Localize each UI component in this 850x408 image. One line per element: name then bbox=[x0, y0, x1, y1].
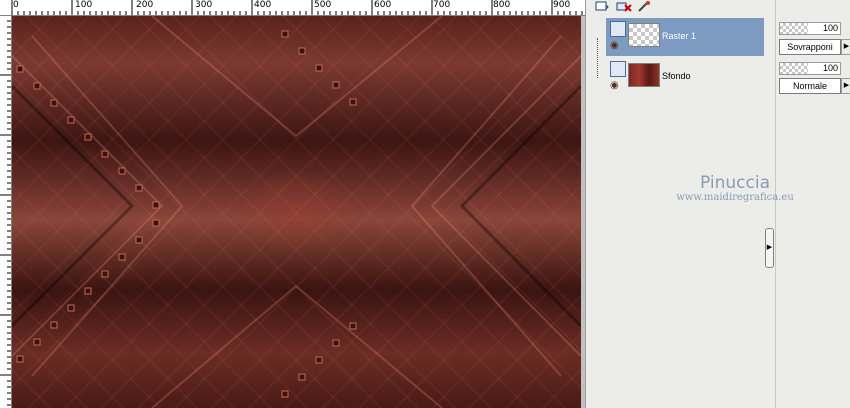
layer-new-icon[interactable] bbox=[594, 0, 610, 12]
ruler-label: 0 bbox=[13, 0, 19, 10]
vertical-ruler bbox=[0, 15, 12, 408]
ruler-label: 300 bbox=[195, 0, 213, 10]
canvas-area: 0 100 200 300 400 500 600 700 800 900 bbox=[0, 0, 585, 408]
watermark-title: Pinuccia bbox=[700, 173, 770, 193]
watermark-url: www.maidiregrafica.eu bbox=[676, 192, 794, 203]
layer-type-icon bbox=[610, 61, 626, 77]
panel-splitter-handle[interactable]: ▶ bbox=[765, 228, 774, 268]
canvas-pattern bbox=[12, 16, 581, 408]
ruler-label: 500 bbox=[314, 0, 332, 10]
watermark: Pinuccia www.maidiregrafica.eu bbox=[670, 174, 800, 204]
opacity-value: 100 bbox=[822, 63, 838, 73]
layer-properties-column: 100 Sovrapponi ▶ 100 Normale ▶ bbox=[775, 0, 850, 408]
opacity-value: 100 bbox=[822, 23, 838, 33]
layer-row-sfondo[interactable]: ◉ Sfondo bbox=[606, 58, 764, 96]
layers-panel: ◉ Raster 1 ◉ Sfondo 100 Sovrapponi ▶ 100… bbox=[585, 0, 850, 408]
vertical-ruler-ticks bbox=[0, 15, 11, 406]
layer-thumbnail bbox=[628, 63, 660, 87]
ruler-label: 700 bbox=[433, 0, 451, 10]
ruler-label: 600 bbox=[374, 0, 392, 10]
layer-group-line bbox=[597, 38, 599, 78]
visibility-eye-icon[interactable]: ◉ bbox=[610, 80, 619, 91]
ruler-label: 900 bbox=[553, 0, 571, 10]
layer-thumbnail bbox=[628, 23, 660, 47]
opacity-slider[interactable]: 100 bbox=[779, 62, 841, 75]
ruler-label: 800 bbox=[493, 0, 511, 10]
layer-name: Raster 1 bbox=[662, 31, 697, 41]
visibility-eye-icon[interactable]: ◉ bbox=[610, 40, 619, 51]
blend-mode-select[interactable]: Sovrapponi bbox=[779, 39, 841, 55]
opacity-checker bbox=[780, 23, 808, 34]
blend-mode-select[interactable]: Normale bbox=[779, 78, 841, 94]
ruler-label: 100 bbox=[75, 0, 93, 10]
blend-mode-arrow-icon[interactable]: ▶ bbox=[841, 78, 850, 94]
opacity-slider[interactable]: 100 bbox=[779, 22, 841, 35]
opacity-checker bbox=[780, 63, 808, 74]
layer-name: Sfondo bbox=[662, 71, 691, 81]
edit-icon[interactable] bbox=[636, 0, 652, 12]
delete-layer-icon[interactable] bbox=[616, 0, 632, 12]
ruler-label: 400 bbox=[254, 0, 272, 10]
blend-mode-arrow-icon[interactable]: ▶ bbox=[841, 39, 850, 55]
horizontal-ruler: 0 100 200 300 400 500 600 700 800 900 bbox=[0, 0, 585, 16]
image-canvas[interactable] bbox=[12, 16, 581, 408]
ruler-label: 200 bbox=[136, 0, 154, 10]
layer-type-icon bbox=[610, 21, 626, 37]
layer-row-raster-1[interactable]: ◉ Raster 1 bbox=[606, 18, 764, 56]
